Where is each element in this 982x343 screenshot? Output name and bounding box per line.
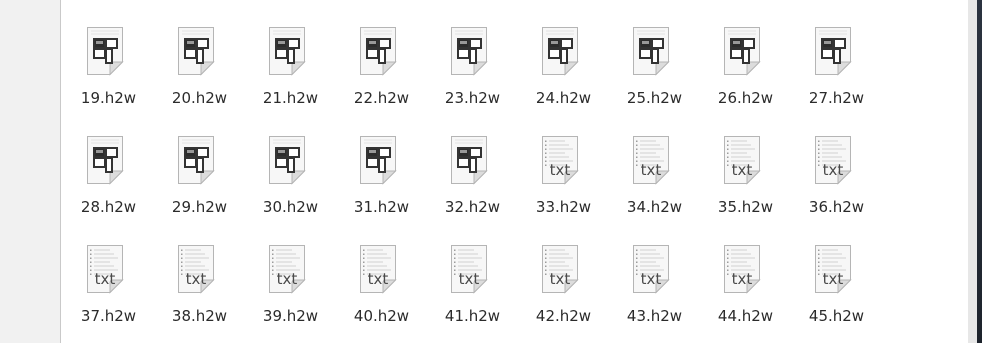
file-manager-window: 19.h2w 20.h2w 21.h2w 22.h2w 23.h2w 24.h2w 25.h… — [0, 0, 982, 343]
file-name: 31.h2w — [353, 198, 410, 216]
document-tile-icon — [450, 26, 488, 76]
document-tile-icon — [632, 26, 670, 76]
text-file-icon: txt — [723, 244, 761, 294]
txt-icon-label: txt — [550, 270, 571, 288]
document-tile-icon — [268, 26, 306, 76]
txt-icon-label: txt — [368, 270, 389, 288]
file-name: 44.h2w — [717, 307, 774, 325]
document-tile-icon — [359, 26, 397, 76]
file-name: 23.h2w — [444, 89, 501, 107]
file-item[interactable]: 27.h2w — [799, 20, 890, 129]
txt-icon-label: txt — [823, 161, 844, 179]
file-item[interactable]: txt 36.h2w — [799, 129, 890, 238]
file-name: 24.h2w — [535, 89, 592, 107]
file-item[interactable]: txt 34.h2w — [617, 129, 708, 238]
txt-icon-label: txt — [732, 161, 753, 179]
document-tile-icon — [86, 26, 124, 76]
file-name: 40.h2w — [353, 307, 410, 325]
txt-icon-label: txt — [186, 270, 207, 288]
file-item[interactable]: 32.h2w — [435, 129, 526, 238]
file-name: 39.h2w — [262, 307, 319, 325]
file-item[interactable]: txt 45.h2w — [799, 238, 890, 343]
file-item[interactable]: txt 35.h2w — [708, 129, 799, 238]
file-item[interactable]: 22.h2w — [344, 20, 435, 129]
txt-icon-label: txt — [823, 270, 844, 288]
text-file-icon: txt — [541, 244, 579, 294]
file-item[interactable]: txt 43.h2w — [617, 238, 708, 343]
file-name: 37.h2w — [80, 307, 137, 325]
file-name: 19.h2w — [80, 89, 137, 107]
file-item[interactable]: txt 39.h2w — [253, 238, 344, 343]
text-file-icon: txt — [268, 244, 306, 294]
text-file-icon: txt — [86, 244, 124, 294]
file-name: 35.h2w — [717, 198, 774, 216]
file-item[interactable]: 19.h2w — [71, 20, 162, 129]
file-item[interactable]: 21.h2w — [253, 20, 344, 129]
file-name: 30.h2w — [262, 198, 319, 216]
file-name: 25.h2w — [626, 89, 683, 107]
text-file-icon: txt — [632, 244, 670, 294]
file-name: 27.h2w — [808, 89, 865, 107]
window-edge — [968, 0, 982, 343]
txt-icon-label: txt — [277, 270, 298, 288]
txt-icon-label: txt — [459, 270, 480, 288]
document-tile-icon — [177, 26, 215, 76]
txt-icon-label: txt — [641, 270, 662, 288]
file-name: 42.h2w — [535, 307, 592, 325]
document-tile-icon — [541, 26, 579, 76]
file-name: 28.h2w — [80, 198, 137, 216]
file-name: 20.h2w — [171, 89, 228, 107]
file-item[interactable]: txt 41.h2w — [435, 238, 526, 343]
file-item[interactable]: txt 44.h2w — [708, 238, 799, 343]
text-file-icon: txt — [177, 244, 215, 294]
document-tile-icon — [359, 135, 397, 185]
file-name: 26.h2w — [717, 89, 774, 107]
txt-icon-label: txt — [641, 161, 662, 179]
file-name: 32.h2w — [444, 198, 501, 216]
file-name: 22.h2w — [353, 89, 410, 107]
text-file-icon: txt — [359, 244, 397, 294]
file-item[interactable]: txt 38.h2w — [162, 238, 253, 343]
document-tile-icon — [268, 135, 306, 185]
file-item[interactable]: 28.h2w — [71, 129, 162, 238]
txt-icon-label: txt — [550, 161, 571, 179]
text-file-icon: txt — [723, 135, 761, 185]
txt-icon-label: txt — [732, 270, 753, 288]
file-item[interactable]: 29.h2w — [162, 129, 253, 238]
file-item[interactable]: 25.h2w — [617, 20, 708, 129]
file-grid: 19.h2w 20.h2w 21.h2w 22.h2w 23.h2w 24.h2w 25.h… — [71, 20, 890, 343]
file-name: 43.h2w — [626, 307, 683, 325]
file-name: 29.h2w — [171, 198, 228, 216]
file-item[interactable]: txt 37.h2w — [71, 238, 162, 343]
file-name: 34.h2w — [626, 198, 683, 216]
file-name: 36.h2w — [808, 198, 865, 216]
file-item[interactable]: 24.h2w — [526, 20, 617, 129]
left-panel — [0, 0, 60, 343]
document-tile-icon — [450, 135, 488, 185]
file-name: 33.h2w — [535, 198, 592, 216]
file-view[interactable]: 19.h2w 20.h2w 21.h2w 22.h2w 23.h2w 24.h2w 25.h… — [60, 0, 968, 343]
file-item[interactable]: txt 42.h2w — [526, 238, 617, 343]
text-file-icon: txt — [814, 244, 852, 294]
file-item[interactable]: 26.h2w — [708, 20, 799, 129]
file-item[interactable]: 31.h2w — [344, 129, 435, 238]
file-name: 41.h2w — [444, 307, 501, 325]
file-item[interactable]: 20.h2w — [162, 20, 253, 129]
file-item[interactable]: txt 40.h2w — [344, 238, 435, 343]
text-file-icon: txt — [450, 244, 488, 294]
txt-icon-label: txt — [95, 270, 116, 288]
text-file-icon: txt — [632, 135, 670, 185]
document-tile-icon — [86, 135, 124, 185]
document-tile-icon — [723, 26, 761, 76]
text-file-icon: txt — [814, 135, 852, 185]
file-item[interactable]: 30.h2w — [253, 129, 344, 238]
document-tile-icon — [814, 26, 852, 76]
file-name: 45.h2w — [808, 307, 865, 325]
file-name: 38.h2w — [171, 307, 228, 325]
file-item[interactable]: 23.h2w — [435, 20, 526, 129]
file-name: 21.h2w — [262, 89, 319, 107]
text-file-icon: txt — [541, 135, 579, 185]
file-item[interactable]: txt 33.h2w — [526, 129, 617, 238]
document-tile-icon — [177, 135, 215, 185]
